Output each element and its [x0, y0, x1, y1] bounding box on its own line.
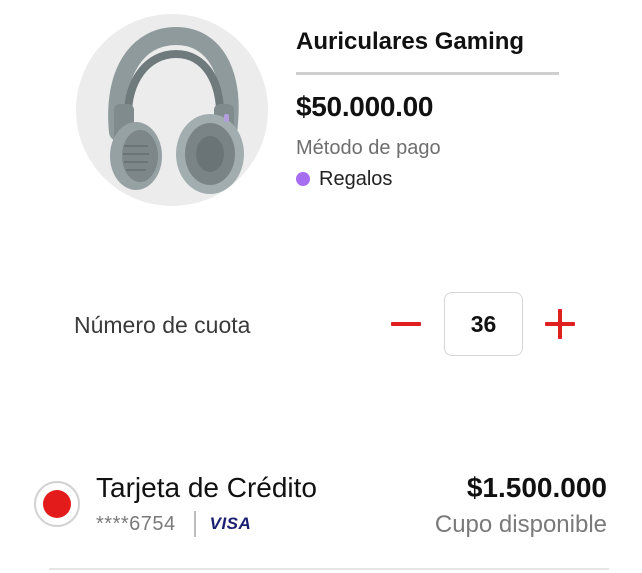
card-radio-selected-dot: [43, 490, 71, 518]
product-name: Auriculares Gaming: [296, 28, 525, 55]
payment-card-option[interactable]: Tarjeta de Crédito ****6754 VISA $1.500.…: [0, 462, 642, 573]
installments-value[interactable]: 36: [444, 292, 523, 356]
product-summary: Auriculares Gaming $50.000.00 Método de …: [0, 0, 642, 220]
payment-method-value: Regalos: [319, 168, 393, 190]
card-radio-button[interactable]: [34, 481, 80, 527]
visa-logo-icon: VISA: [209, 514, 252, 533]
headphones-icon: [108, 26, 244, 194]
product-info: Auriculares Gaming $50.000.00 Método de …: [296, 26, 576, 192]
payment-method-row: Regalos: [296, 166, 576, 192]
card-available-amount: $1.500.000: [466, 472, 607, 503]
product-image: [76, 14, 268, 206]
card-details: ****6754 VISA: [96, 510, 251, 538]
minus-icon[interactable]: [388, 309, 424, 339]
payment-method-dot: [296, 172, 310, 186]
installments-selector: Número de cuota 36: [0, 292, 642, 356]
product-divider: [296, 72, 559, 75]
bottom-divider: [49, 568, 609, 570]
card-title: Tarjeta de Crédito: [96, 472, 318, 503]
plus-icon[interactable]: [542, 307, 578, 341]
card-masked-number: ****6754: [96, 512, 176, 535]
card-separator: [193, 511, 196, 537]
payment-method-label: Método de pago: [296, 137, 441, 159]
product-price: $50.000.00: [296, 91, 434, 122]
installments-label: Número de cuota: [74, 312, 251, 338]
card-available-caption: Cupo disponible: [434, 511, 607, 538]
